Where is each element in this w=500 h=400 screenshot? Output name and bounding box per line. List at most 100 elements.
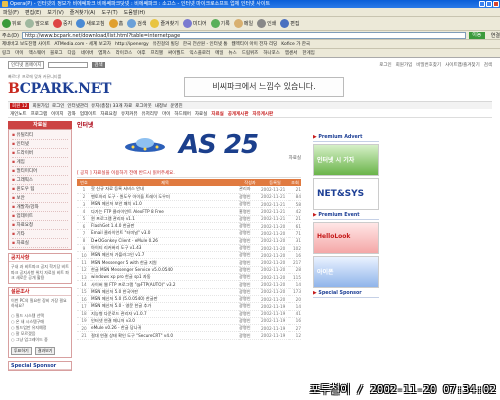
row-subject[interactable]: Email 클라이언트 "터미널" v3.0 bbox=[91, 229, 239, 238]
category-item[interactable]: 그래픽스 bbox=[12, 176, 68, 185]
menu-edit[interactable]: 편집(E) bbox=[25, 9, 41, 16]
row-subject[interactable]: 핫 신규 자료 등록 서비스 안내 bbox=[91, 186, 239, 194]
top-banner[interactable]: 비씨파크에서 느낌수 있습니다. bbox=[184, 77, 344, 97]
row-subject[interactable]: 절대 연결 상태 확인 도구 "SecureCRT" v4.0 bbox=[91, 331, 239, 340]
table-row[interactable]: 9 아이티 리커버리 도구 v1.43 광명인 2002-11-20 102 bbox=[77, 244, 301, 253]
row-subject[interactable]: MSN 메신저 5.0 한국어판 bbox=[91, 288, 239, 296]
board-notice[interactable]: [ 공지 ] 자료실을 이용하기 전에 반드시 읽어주세요. bbox=[77, 170, 301, 178]
link-item[interactable]: 액스웨어 bbox=[29, 50, 46, 56]
table-row[interactable]: 2 벤토아리 도구 - 윈도우 아이들 트레이 도우미 광명인 2002-11-21 8… bbox=[77, 193, 301, 202]
menu-view[interactable]: 보기(V) bbox=[47, 9, 64, 16]
vote-button[interactable]: 투표하기 bbox=[11, 346, 32, 355]
minimize-button[interactable] bbox=[479, 1, 485, 7]
table-row[interactable]: 1핫 신규 자료 등록 서비스 안내 관리자 2002-11-21 21 bbox=[77, 186, 301, 194]
sub-menu-item[interactable]: 유저리뷰 bbox=[142, 111, 159, 117]
sub-menu-item[interactable]: 강좌 bbox=[68, 111, 76, 117]
site-search-input[interactable] bbox=[48, 62, 89, 68]
row-subject[interactable]: eMule v0.26 - 한글 당나귀 bbox=[91, 324, 239, 333]
nav-search[interactable]: 검색 bbox=[484, 62, 492, 68]
category-item[interactable]: 업데이트 bbox=[12, 212, 68, 221]
refresh-button[interactable]: 새로고침 bbox=[76, 19, 105, 28]
table-row[interactable]: 21 절대 연결 상태 확인 도구 "SecureCRT" v4.0 광명인 2002… bbox=[77, 331, 301, 340]
row-subject[interactable]: 인터넷 연결 매니저 v3.0 bbox=[91, 317, 239, 326]
results-button[interactable]: 결과보기 bbox=[34, 346, 56, 355]
menu-tools[interactable]: 도구(T) bbox=[102, 9, 118, 16]
table-row[interactable]: 4 다가는 FTP 클라이언트 AlexFTP 8 Free 홍명인 2002-11-… bbox=[77, 207, 301, 216]
row-subject[interactable]: windows xp pro 한글 sp1 자동 bbox=[91, 273, 239, 282]
table-row[interactable]: 5윈 프로그램 관리자 v1.1 광명인 2002-11-21 21 bbox=[77, 215, 301, 224]
poll-option[interactable]: ○ 그냥 업그레이드 중 bbox=[11, 337, 69, 343]
category-item[interactable]: 인터넷 bbox=[12, 140, 68, 149]
sub-menu-item[interactable]: 유저커뮤 bbox=[121, 111, 138, 117]
row-subject[interactable]: 윈 프로그램 관리자 v1.1 bbox=[91, 215, 239, 224]
menu-favorites[interactable]: 즐겨찾기(A) bbox=[70, 9, 96, 16]
link-item[interactable]: 싸이월드 bbox=[168, 50, 185, 56]
category-select[interactable]: 인터넷 홈페이지 bbox=[8, 61, 45, 69]
fav-item[interactable]: 웹엑티이 아이 전자 리딩 bbox=[232, 41, 278, 47]
favorites-button[interactable]: 즐겨찾기 bbox=[150, 19, 179, 28]
search-button[interactable]: 검색 bbox=[127, 19, 146, 28]
sub-menu-item[interactable]: 이미지 bbox=[51, 111, 63, 117]
category-item[interactable]: 유틸리티 bbox=[12, 131, 68, 140]
sub-menu-item-highlight[interactable]: 자료실 bbox=[211, 111, 223, 117]
menu-file[interactable]: 파일(F) bbox=[3, 9, 19, 16]
row-subject[interactable]: 한글 MSN Messenger Service v5.0.0540 bbox=[91, 266, 239, 275]
menu-help[interactable]: 도움말(H) bbox=[124, 9, 145, 16]
link-item[interactable]: 한게임 bbox=[302, 50, 314, 56]
table-row[interactable]: 14 사이버 웹 FTP 프로그램 "@FTP(AUTO)" v3.2 광명인 200… bbox=[77, 280, 301, 289]
table-row[interactable]: 20 eMule v0.26 - 한글 당나귀 광명인 2002-11-19 27 bbox=[77, 324, 301, 333]
row-subject[interactable]: MSN 메신저 5.0 (5.0.0540) 한글판 bbox=[91, 295, 239, 304]
link-item[interactable]: 드림위즈 bbox=[242, 50, 259, 56]
as25-banner[interactable]: AS 25 bbox=[117, 128, 267, 164]
sub-menu-item-highlight[interactable]: 자유게시판 bbox=[252, 111, 273, 117]
link-item[interactable]: 엠센서 bbox=[285, 50, 297, 56]
address-input[interactable]: http://www.bcpark.net/download/list.html… bbox=[21, 31, 466, 39]
sub-menu-item[interactable]: 프로그램 bbox=[31, 111, 48, 117]
table-row[interactable]: 10 MSN 메신저 가플러그인 v1.7 광명인 2002-11-20 16 bbox=[77, 251, 301, 260]
link-item[interactable]: 다음 bbox=[68, 50, 76, 56]
history-button[interactable]: 기록 bbox=[210, 19, 230, 28]
table-row[interactable]: 19 인터넷 연결 매니저 v3.0 광명인 2002-11-19 16 bbox=[77, 317, 301, 326]
sub-menu-item[interactable]: 마이 bbox=[162, 111, 170, 117]
category-item[interactable]: 게임 bbox=[12, 158, 68, 167]
table-row[interactable]: 12 한글 MSN Messenger Service v5.0.0540 광명인 2… bbox=[77, 266, 301, 275]
category-item[interactable]: 개발자/강좌 bbox=[12, 203, 68, 212]
fav-item[interactable]: http://ipenergy bbox=[115, 42, 149, 47]
category-item[interactable]: 드라이버 bbox=[12, 149, 68, 158]
main-menu-item[interactable]: 운영진 bbox=[170, 103, 182, 109]
table-row[interactable]: 11 MSN Messenger 5 with 한글 지원 광명인 2002-11-2… bbox=[77, 258, 301, 267]
fav-item[interactable]: 한국 전산원 - 인터넷 통 bbox=[183, 41, 228, 47]
main-menu-item[interactable]: 회원가입 bbox=[32, 103, 49, 109]
link-item[interactable]: 네이버 bbox=[81, 50, 93, 56]
main-menu-item[interactable]: 인터넷관리 bbox=[67, 103, 88, 109]
site-logo[interactable]: BCPARK.NET bbox=[8, 81, 111, 97]
category-item[interactable]: 보안 bbox=[12, 194, 68, 203]
main-menu-item[interactable]: 유지(총참) 33개 자료 bbox=[91, 103, 132, 109]
sub-menu-item[interactable]: 하드웨어 bbox=[174, 111, 191, 117]
nav-find-password[interactable]: 비밀번호찾기 bbox=[416, 62, 441, 68]
link-item[interactable]: 마이 bbox=[15, 50, 23, 56]
mail-button[interactable]: 메일 bbox=[233, 19, 253, 28]
nav-login[interactable]: 로그인 bbox=[379, 62, 391, 68]
category-item[interactable]: 기타 bbox=[12, 230, 68, 239]
row-subject[interactable]: 아이티 리커버리 도구 v1.43 bbox=[91, 244, 239, 253]
row-subject[interactable]: 사이버 웹 FTP 프로그램 "@FTP(AUTO)" v3.2 bbox=[91, 280, 239, 289]
fav-item[interactable]: Kofice 가 한국 bbox=[281, 41, 310, 47]
ad-banner-hello[interactable]: HelloLook bbox=[313, 222, 379, 254]
category-item[interactable]: 윈도우 팁 bbox=[12, 185, 68, 194]
fav-item[interactable]: ATMedia.com - 세계 보고자 bbox=[54, 41, 111, 47]
maximize-button[interactable] bbox=[486, 1, 492, 7]
row-subject[interactable]: MSN 메신저 가플러그인 v1.7 bbox=[91, 251, 239, 260]
edit-button[interactable]: 편집 bbox=[280, 19, 299, 28]
table-row[interactable]: 13 windows xp pro 한글 sp1 자동 광명인 2002-11-20 1… bbox=[77, 273, 301, 282]
stop-button[interactable]: 중지 bbox=[53, 19, 72, 28]
table-row[interactable]: 7 Email 클라이언트 "터미널" v3.0 광명인 2002-11-20 71 bbox=[77, 229, 301, 238]
row-subject[interactable]: MSN 메신저 보안 패치 v1.0 bbox=[91, 200, 239, 209]
table-row[interactable]: 16 MSN 메신저 5.0 (5.0.0540) 한글판 광명인 2002-11-2… bbox=[77, 295, 301, 304]
site-search-button[interactable]: 검색 bbox=[92, 62, 105, 68]
ad-banner-netsys[interactable]: NET&SYS bbox=[313, 178, 379, 210]
link-item[interactable]: 라이코스 bbox=[116, 50, 133, 56]
row-subject[interactable]: MSN 메신저 5.0 - 영문 한글 추가 bbox=[91, 302, 239, 311]
back-button[interactable]: 뒤로 bbox=[2, 19, 21, 28]
row-subject[interactable]: 벤토아리 도구 - 윈도우 아이들 트레이 도우미 bbox=[91, 193, 239, 202]
